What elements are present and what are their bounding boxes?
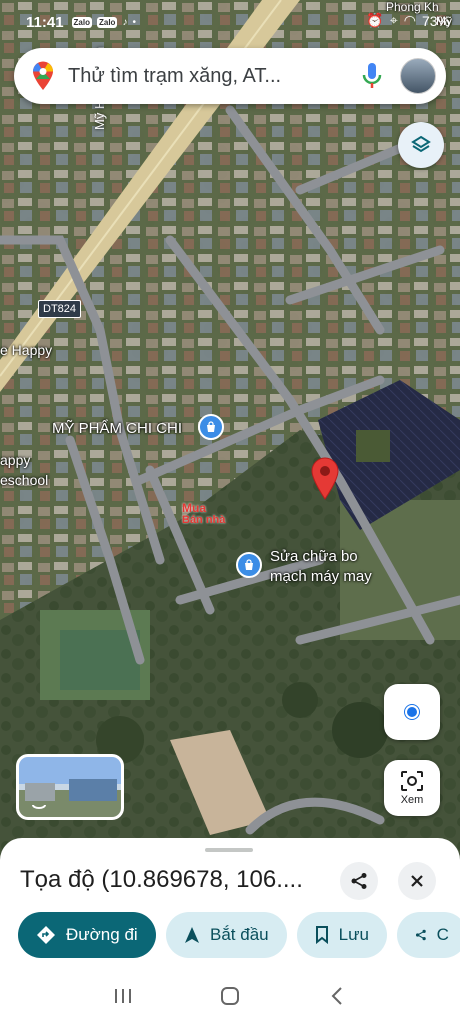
close-button[interactable]	[398, 862, 436, 900]
battery-level: 73%	[421, 12, 450, 29]
share-icon	[415, 929, 426, 941]
layers-icon	[411, 135, 431, 153]
search-input[interactable]: Thử tìm trạm xăng, AT...	[68, 65, 360, 88]
google-maps-logo-icon	[33, 61, 53, 90]
status-time: 11:41	[26, 13, 64, 31]
location-icon: ⌖	[389, 12, 398, 28]
view-button[interactable]: Xem	[384, 760, 440, 816]
notification-icons: Zalo Zalo ♪ •	[71, 16, 136, 28]
share-chip-button[interactable]: C	[396, 912, 460, 958]
dropped-pin-icon[interactable]	[310, 456, 340, 500]
lens-icon	[401, 771, 423, 791]
shopping-bag-icon[interactable]	[236, 552, 262, 578]
back-button[interactable]	[322, 981, 352, 1011]
home-button[interactable]	[215, 981, 245, 1011]
save-label: Lưu	[338, 925, 369, 944]
place-label-my-pham-chi-chi[interactable]: MỸ PHẨM CHI CHI	[52, 420, 182, 437]
save-button[interactable]: Lưu	[296, 912, 387, 958]
layers-button[interactable]	[398, 122, 444, 168]
tiktok-icon: ♪	[122, 16, 128, 28]
action-chips: Đường đi Bắt đầu Lưu C	[18, 912, 460, 958]
location-dot-icon	[405, 705, 419, 719]
close-icon	[411, 875, 423, 887]
navigation-arrow-icon	[185, 927, 199, 943]
coordinates-title: Tọa độ (10.869678, 106....	[20, 866, 303, 893]
bookmark-icon	[315, 926, 328, 944]
status-bar: 11:41 Zalo Zalo ♪ • ⏰ ⌖ ◠ 73%	[0, 0, 460, 44]
wifi-icon: ◠	[403, 12, 416, 28]
recent-apps-button[interactable]	[108, 981, 138, 1011]
directions-icon	[37, 926, 55, 944]
zalo-icon: Zalo	[71, 16, 92, 28]
place-label-happy-2: appy	[0, 452, 31, 468]
place-label-repair-1[interactable]: Sửa chữa bo	[270, 548, 358, 565]
street-view-image	[25, 779, 117, 809]
system-navigation-bar	[0, 968, 460, 1024]
share-icon	[351, 873, 367, 889]
shopping-bag-icon[interactable]	[198, 414, 224, 440]
place-label-school: eschool	[0, 472, 49, 488]
profile-avatar[interactable]	[400, 58, 436, 94]
notification-dot: •	[132, 16, 136, 28]
microphone-icon[interactable]	[360, 61, 384, 91]
share-label: C	[436, 925, 449, 944]
start-navigation-button[interactable]: Bắt đầu	[166, 912, 287, 958]
place-bottom-sheet[interactable]: Tọa độ (10.869678, 106.... Đường đi Bắt …	[0, 838, 460, 968]
search-bar[interactable]: Thử tìm trạm xăng, AT...	[14, 48, 446, 104]
start-label: Bắt đầu	[210, 925, 269, 944]
sheet-drag-handle[interactable]	[205, 848, 253, 852]
back-chevron-icon	[331, 987, 342, 1005]
directions-button[interactable]: Đường đi	[18, 912, 156, 958]
view-label: Xem	[400, 794, 424, 806]
directions-label: Đường đi	[66, 925, 138, 944]
place-label-happy: e Happy	[0, 342, 53, 358]
my-location-button[interactable]	[384, 684, 440, 740]
street-view-thumbnail[interactable]	[16, 754, 124, 820]
share-button[interactable]	[340, 862, 378, 900]
system-status-icons: ⏰ ⌖ ◠ 73%	[366, 12, 450, 29]
road-badge-dt824: DT824	[38, 300, 82, 318]
recent-apps-icon	[115, 989, 132, 1003]
place-label-repair-2[interactable]: mạch máy may	[270, 568, 372, 585]
alarm-icon: ⏰	[366, 12, 384, 28]
watermark-logo: Mua Bán nhà	[182, 501, 226, 526]
zalo-icon: Zalo	[97, 16, 118, 28]
home-icon	[220, 987, 239, 1005]
